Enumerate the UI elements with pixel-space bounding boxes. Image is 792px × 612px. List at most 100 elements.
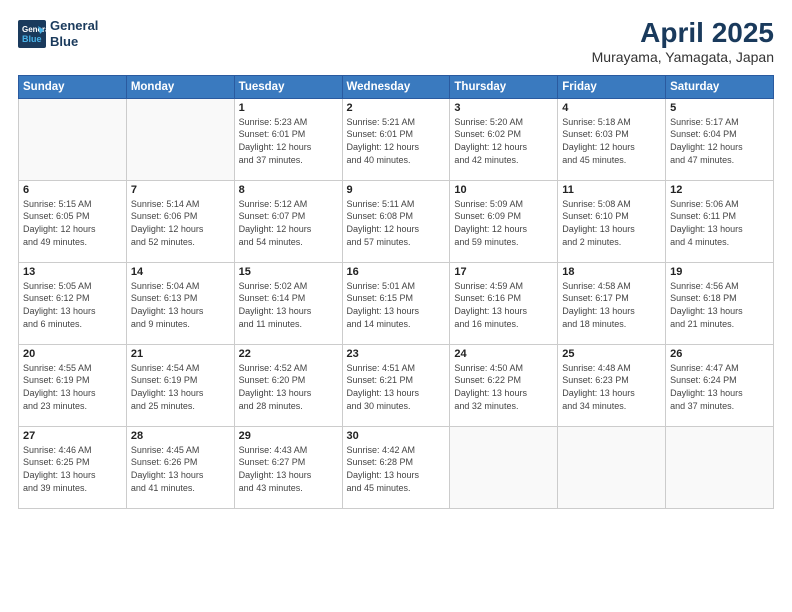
calendar-cell: 18 Sunrise: 4:58 AM Sunset: 6:17 PM Dayli… — [558, 262, 666, 344]
calendar-cell: 11 Sunrise: 5:08 AM Sunset: 6:10 PM Dayli… — [558, 180, 666, 262]
calendar-cell — [450, 426, 558, 508]
day-info: Sunrise: 4:46 AM Sunset: 6:25 PM Dayligh… — [23, 444, 122, 494]
day-number: 13 — [23, 266, 122, 278]
day-info: Sunrise: 5:04 AM Sunset: 6:13 PM Dayligh… — [131, 280, 230, 330]
calendar-cell: 19 Sunrise: 4:56 AM Sunset: 6:18 PM Dayli… — [666, 262, 774, 344]
day-info: Sunrise: 4:48 AM Sunset: 6:23 PM Dayligh… — [562, 362, 661, 412]
day-number: 6 — [23, 184, 122, 196]
weekday-header: Saturday — [666, 75, 774, 98]
calendar-cell: 7Sunrise: 5:14 AM Sunset: 6:06 PM Daylig… — [126, 180, 234, 262]
calendar-cell: 2Sunrise: 5:21 AM Sunset: 6:01 PM Daylig… — [342, 98, 450, 180]
day-info: Sunrise: 5:23 AM Sunset: 6:01 PM Dayligh… — [239, 116, 338, 166]
day-number: 19 — [670, 266, 769, 278]
day-info: Sunrise: 5:08 AM Sunset: 6:10 PM Dayligh… — [562, 198, 661, 248]
calendar-week-row: 6 Sunrise: 5:15 AM Sunset: 6:05 PM Daylig… — [19, 180, 774, 262]
weekday-header: Thursday — [450, 75, 558, 98]
day-info: Sunrise: 4:42 AM Sunset: 6:28 PM Dayligh… — [347, 444, 446, 494]
logo-line1: General — [50, 18, 98, 34]
calendar-cell: 8Sunrise: 5:12 AM Sunset: 6:07 PM Daylig… — [234, 180, 342, 262]
calendar-cell: 23 Sunrise: 4:51 AM Sunset: 6:21 PM Dayli… — [342, 344, 450, 426]
day-info: Sunrise: 4:58 AM Sunset: 6:17 PM Dayligh… — [562, 280, 661, 330]
weekday-header: Friday — [558, 75, 666, 98]
day-number: 4 — [562, 102, 661, 114]
calendar-cell: 9Sunrise: 5:11 AM Sunset: 6:08 PM Daylig… — [342, 180, 450, 262]
day-number: 1 — [239, 102, 338, 114]
calendar-cell: 10Sunrise: 5:09 AM Sunset: 6:09 PM Dayli… — [450, 180, 558, 262]
calendar-week-row: 13 Sunrise: 5:05 AM Sunset: 6:12 PM Dayli… — [19, 262, 774, 344]
calendar-body: 1 Sunrise: 5:23 AM Sunset: 6:01 PM Daylig… — [19, 98, 774, 508]
day-info: Sunrise: 4:43 AM Sunset: 6:27 PM Dayligh… — [239, 444, 338, 494]
calendar-cell — [126, 98, 234, 180]
calendar-cell: 24 Sunrise: 4:50 AM Sunset: 6:22 PM Dayli… — [450, 344, 558, 426]
logo-icon: General Blue — [18, 20, 46, 48]
calendar-cell: 25Sunrise: 4:48 AM Sunset: 6:23 PM Dayli… — [558, 344, 666, 426]
day-info: Sunrise: 5:02 AM Sunset: 6:14 PM Dayligh… — [239, 280, 338, 330]
logo-line2: Blue — [50, 34, 98, 50]
logo: General Blue General Blue — [18, 18, 98, 49]
day-number: 20 — [23, 348, 122, 360]
day-number: 3 — [454, 102, 553, 114]
calendar-cell: 21Sunrise: 4:54 AM Sunset: 6:19 PM Dayli… — [126, 344, 234, 426]
calendar-cell: 6 Sunrise: 5:15 AM Sunset: 6:05 PM Daylig… — [19, 180, 127, 262]
day-info: Sunrise: 5:05 AM Sunset: 6:12 PM Dayligh… — [23, 280, 122, 330]
day-info: Sunrise: 5:06 AM Sunset: 6:11 PM Dayligh… — [670, 198, 769, 248]
calendar-cell: 26 Sunrise: 4:47 AM Sunset: 6:24 PM Dayli… — [666, 344, 774, 426]
day-number: 17 — [454, 266, 553, 278]
day-info: Sunrise: 4:52 AM Sunset: 6:20 PM Dayligh… — [239, 362, 338, 412]
subtitle: Murayama, Yamagata, Japan — [592, 49, 774, 65]
calendar-cell — [558, 426, 666, 508]
calendar-cell: 5Sunrise: 5:17 AM Sunset: 6:04 PM Daylig… — [666, 98, 774, 180]
calendar-cell: 12 Sunrise: 5:06 AM Sunset: 6:11 PM Dayli… — [666, 180, 774, 262]
calendar-cell: 30 Sunrise: 4:42 AM Sunset: 6:28 PM Dayli… — [342, 426, 450, 508]
day-number: 14 — [131, 266, 230, 278]
day-number: 26 — [670, 348, 769, 360]
day-number: 16 — [347, 266, 446, 278]
day-info: Sunrise: 5:20 AM Sunset: 6:02 PM Dayligh… — [454, 116, 553, 166]
day-number: 30 — [347, 430, 446, 442]
day-number: 11 — [562, 184, 661, 196]
day-info: Sunrise: 4:47 AM Sunset: 6:24 PM Dayligh… — [670, 362, 769, 412]
calendar-cell: 3 Sunrise: 5:20 AM Sunset: 6:02 PM Daylig… — [450, 98, 558, 180]
logo-text: General Blue — [50, 18, 98, 49]
day-info: Sunrise: 4:55 AM Sunset: 6:19 PM Dayligh… — [23, 362, 122, 412]
calendar-cell: 29Sunrise: 4:43 AM Sunset: 6:27 PM Dayli… — [234, 426, 342, 508]
day-number: 9 — [347, 184, 446, 196]
day-number: 23 — [347, 348, 446, 360]
calendar-cell: 14 Sunrise: 5:04 AM Sunset: 6:13 PM Dayli… — [126, 262, 234, 344]
day-number: 12 — [670, 184, 769, 196]
day-number: 24 — [454, 348, 553, 360]
day-number: 27 — [23, 430, 122, 442]
day-info: Sunrise: 4:45 AM Sunset: 6:26 PM Dayligh… — [131, 444, 230, 494]
day-info: Sunrise: 4:51 AM Sunset: 6:21 PM Dayligh… — [347, 362, 446, 412]
calendar-cell: 28 Sunrise: 4:45 AM Sunset: 6:26 PM Dayli… — [126, 426, 234, 508]
day-info: Sunrise: 5:17 AM Sunset: 6:04 PM Dayligh… — [670, 116, 769, 166]
calendar-cell — [19, 98, 127, 180]
day-number: 15 — [239, 266, 338, 278]
weekday-header: Wednesday — [342, 75, 450, 98]
day-number: 22 — [239, 348, 338, 360]
calendar-week-row: 1 Sunrise: 5:23 AM Sunset: 6:01 PM Daylig… — [19, 98, 774, 180]
calendar-cell: 13 Sunrise: 5:05 AM Sunset: 6:12 PM Dayli… — [19, 262, 127, 344]
day-info: Sunrise: 4:50 AM Sunset: 6:22 PM Dayligh… — [454, 362, 553, 412]
day-number: 18 — [562, 266, 661, 278]
calendar-week-row: 20 Sunrise: 4:55 AM Sunset: 6:19 PM Dayli… — [19, 344, 774, 426]
day-number: 21 — [131, 348, 230, 360]
weekday-header: Tuesday — [234, 75, 342, 98]
calendar-cell: 27 Sunrise: 4:46 AM Sunset: 6:25 PM Dayli… — [19, 426, 127, 508]
day-number: 7 — [131, 184, 230, 196]
calendar-cell: 20 Sunrise: 4:55 AM Sunset: 6:19 PM Dayli… — [19, 344, 127, 426]
day-number: 28 — [131, 430, 230, 442]
header: General Blue General Blue April 2025 Mur… — [18, 18, 774, 65]
weekday-header: Sunday — [19, 75, 127, 98]
svg-text:Blue: Blue — [22, 34, 42, 44]
calendar-cell — [666, 426, 774, 508]
calendar-cell: 16Sunrise: 5:01 AM Sunset: 6:15 PM Dayli… — [342, 262, 450, 344]
calendar-week-row: 27 Sunrise: 4:46 AM Sunset: 6:25 PM Dayli… — [19, 426, 774, 508]
calendar-cell: 4 Sunrise: 5:18 AM Sunset: 6:03 PM Daylig… — [558, 98, 666, 180]
day-info: Sunrise: 4:59 AM Sunset: 6:16 PM Dayligh… — [454, 280, 553, 330]
day-number: 2 — [347, 102, 446, 114]
day-info: Sunrise: 5:18 AM Sunset: 6:03 PM Dayligh… — [562, 116, 661, 166]
day-info: Sunrise: 5:15 AM Sunset: 6:05 PM Dayligh… — [23, 198, 122, 248]
day-info: Sunrise: 4:56 AM Sunset: 6:18 PM Dayligh… — [670, 280, 769, 330]
day-info: Sunrise: 5:09 AM Sunset: 6:09 PM Dayligh… — [454, 198, 553, 248]
